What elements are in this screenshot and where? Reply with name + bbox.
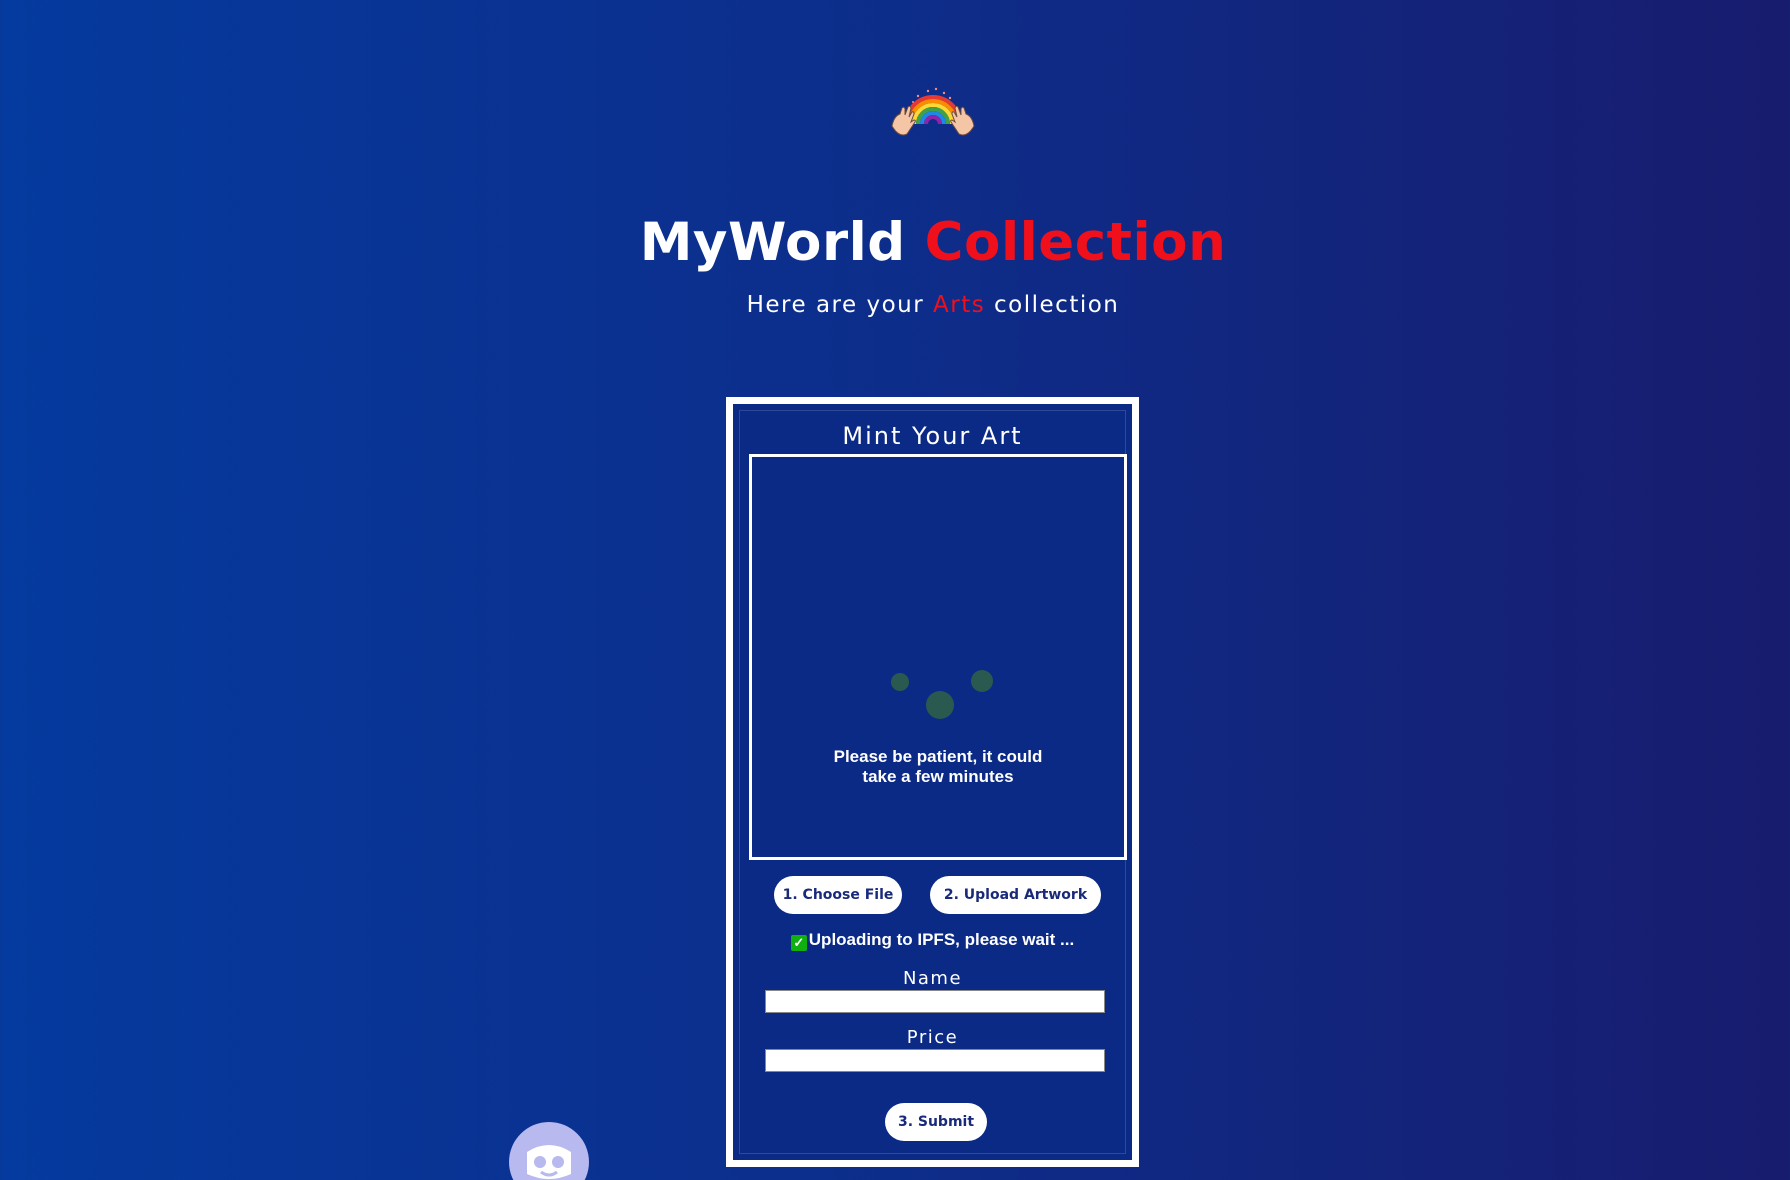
loader-dot bbox=[891, 673, 909, 691]
upload-status-text: Uploading to IPFS, please wait ... bbox=[808, 930, 1075, 949]
upload-status: ✓ Uploading to IPFS, please wait ... bbox=[733, 930, 1132, 951]
loader-dot bbox=[971, 670, 993, 692]
name-input[interactable] bbox=[765, 990, 1105, 1013]
bot-avatar-icon[interactable] bbox=[509, 1122, 589, 1180]
artwork-preview: Please be patient, it could take a few m… bbox=[749, 454, 1127, 860]
name-label: Name bbox=[902, 968, 963, 989]
loading-message: Please be patient, it could take a few m… bbox=[833, 747, 1043, 786]
upload-artwork-button[interactable]: 2. Upload Artwork bbox=[930, 876, 1101, 914]
page-title-accent: Collection bbox=[924, 212, 1227, 273]
page-subtitle: Here are your Arts collection bbox=[0, 290, 1790, 320]
price-input[interactable] bbox=[765, 1049, 1105, 1072]
choose-file-button[interactable]: 1. Choose File bbox=[774, 876, 902, 914]
subtitle-before: Here are your bbox=[746, 292, 925, 318]
subtitle-after: collection bbox=[994, 292, 1120, 318]
submit-button[interactable]: 3. Submit bbox=[885, 1103, 987, 1141]
subtitle-accent: Arts bbox=[933, 292, 986, 318]
page-title-main: MyWorld bbox=[639, 212, 906, 273]
mint-card-title: Mint Your Art bbox=[842, 422, 1023, 450]
page-title: MyWorld Collection bbox=[0, 210, 1790, 276]
price-label: Price bbox=[906, 1027, 959, 1048]
loader-dot bbox=[926, 691, 954, 719]
check-mark-icon: ✓ bbox=[790, 935, 807, 951]
bot-face-icon bbox=[527, 1145, 571, 1179]
rainbow-hands-icon bbox=[891, 87, 975, 136]
mint-card: Mint Your Art Please be patient, it coul… bbox=[726, 397, 1139, 1167]
